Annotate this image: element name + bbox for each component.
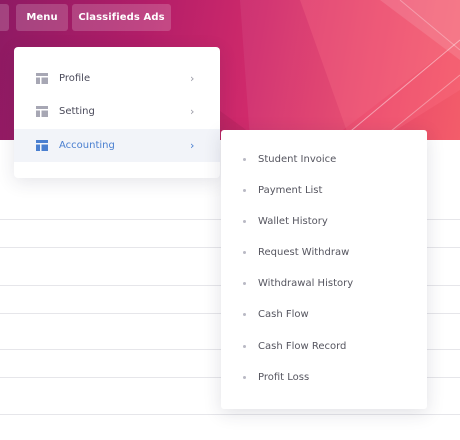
chevron-right-icon: ›: [190, 139, 195, 152]
menu-item-setting[interactable]: Setting ›: [14, 95, 220, 128]
submenu-item-cash-flow[interactable]: Cash Flow: [221, 304, 427, 324]
accounting-submenu: Student Invoice Payment List Wallet Hist…: [221, 130, 427, 409]
submenu-item-label: Cash Flow: [258, 308, 309, 320]
menu-item-label: Profile: [59, 73, 91, 84]
bullet-dot-icon: [243, 344, 246, 348]
grid-icon: [36, 140, 48, 151]
bullet-dot-icon: [243, 375, 246, 379]
dropdown-menu: Profile › Setting › Accounting ›: [14, 47, 220, 178]
menu-item-label: Setting: [59, 106, 95, 117]
submenu-item-label: Student Invoice: [258, 153, 337, 165]
nav-button-partial[interactable]: [0, 4, 9, 31]
submenu-item-profit-loss[interactable]: Profit Loss: [221, 367, 427, 387]
bullet-dot-icon: [243, 157, 246, 161]
submenu-item-label: Cash Flow Record: [258, 340, 347, 352]
chevron-right-icon: ›: [190, 72, 195, 85]
menu-item-profile[interactable]: Profile ›: [14, 62, 220, 95]
submenu-item-student-invoice[interactable]: Student Invoice: [221, 149, 427, 169]
bullet-dot-icon: [243, 188, 246, 192]
submenu-item-label: Request Withdraw: [258, 246, 350, 258]
submenu-item-cash-flow-record[interactable]: Cash Flow Record: [221, 336, 427, 356]
bullet-dot-icon: [243, 312, 246, 316]
menu-item-accounting[interactable]: Accounting ›: [14, 129, 220, 162]
classifieds-ads-label: Classifieds Ads: [78, 12, 165, 23]
bullet-dot-icon: [243, 219, 246, 223]
menu-button-label: Menu: [26, 12, 58, 23]
submenu-item-withdrawal-history[interactable]: Withdrawal History: [221, 273, 427, 293]
submenu-item-label: Withdrawal History: [258, 277, 354, 289]
table-row-divider: [0, 414, 460, 415]
grid-icon: [36, 106, 48, 117]
chevron-right-icon: ›: [190, 105, 195, 118]
submenu-item-payment-list[interactable]: Payment List: [221, 180, 427, 200]
submenu-item-label: Payment List: [258, 184, 323, 196]
classifieds-ads-button[interactable]: Classifieds Ads: [72, 4, 171, 31]
bullet-dot-icon: [243, 281, 246, 285]
menu-item-label: Accounting: [59, 140, 115, 151]
submenu-item-wallet-history[interactable]: Wallet History: [221, 211, 427, 231]
menu-button[interactable]: Menu: [16, 4, 68, 31]
submenu-item-request-withdraw[interactable]: Request Withdraw: [221, 242, 427, 262]
submenu-item-label: Profit Loss: [258, 371, 310, 383]
bullet-dot-icon: [243, 250, 246, 254]
grid-icon: [36, 73, 48, 84]
submenu-item-label: Wallet History: [258, 215, 328, 227]
